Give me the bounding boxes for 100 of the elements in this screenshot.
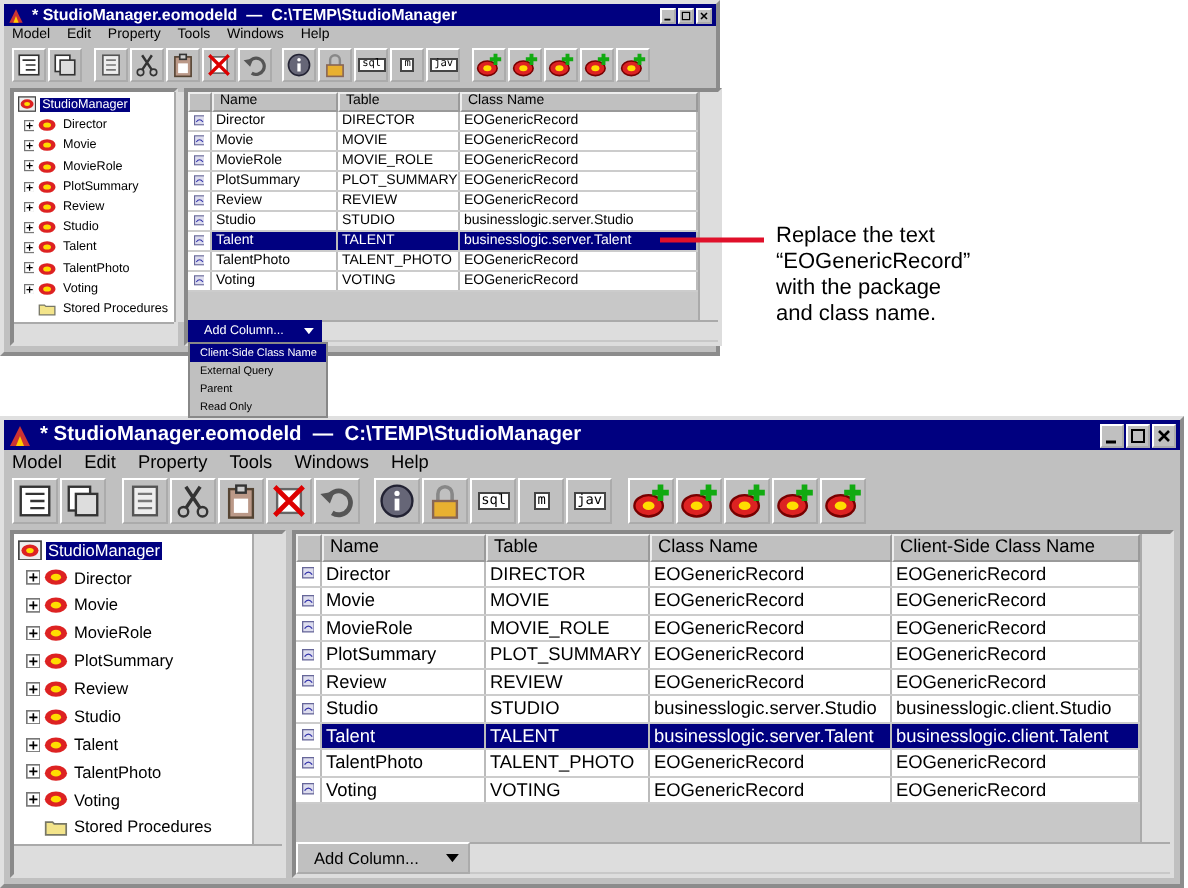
- expand-icon[interactable]: [25, 570, 41, 586]
- minimize-icon[interactable]: [660, 7, 676, 23]
- toolbar-button[interactable]: [12, 48, 46, 82]
- toolbar-button[interactable]: [507, 48, 542, 82]
- toolbar-button[interactable]: [48, 48, 82, 82]
- menu-item[interactable]: Tools: [229, 452, 273, 472]
- column-header[interactable]: Class Name: [650, 534, 892, 561]
- table-row[interactable]: Review REVIEW EOGenericRecord EOGenericRecord: [296, 669, 1140, 696]
- table-cell: EOGenericRecord: [650, 750, 892, 775]
- tree-item[interactable]: TalentPhoto: [71, 763, 164, 782]
- expand-icon[interactable]: [25, 653, 41, 669]
- expand-icon[interactable]: [23, 221, 35, 234]
- table-row[interactable]: Director DIRECTOR EOGenericRecord EOGenericRecord: [296, 561, 1140, 588]
- toolbar-button[interactable]: [12, 478, 58, 524]
- table-row[interactable]: MovieRole MOVIE_ROLE EOGenericRecord EOGenericRecord: [296, 615, 1140, 642]
- column-header[interactable]: Name: [322, 534, 486, 561]
- table-row[interactable]: Talent TALENT businesslogic.server.Talent businesslogic.client.Talent: [296, 723, 1140, 750]
- vertical-scrollbar[interactable]: [1140, 534, 1170, 842]
- vertical-scrollbar[interactable]: [698, 92, 718, 320]
- table-cell: Movie: [322, 588, 486, 613]
- expand-icon[interactable]: [25, 598, 41, 614]
- column-header[interactable]: Client-Side Class Name: [892, 534, 1140, 561]
- menu-item[interactable]: Edit: [84, 452, 116, 472]
- expand-icon[interactable]: [25, 681, 41, 697]
- toolbar-button[interactable]: [675, 478, 722, 524]
- maximize-icon[interactable]: [678, 7, 694, 23]
- toolbar-button[interactable]: [771, 478, 818, 524]
- tree-item[interactable]: Movie: [71, 596, 121, 615]
- tree-item[interactable]: PlotSummary: [71, 652, 176, 671]
- table-cell: EOGenericRecord: [650, 642, 892, 667]
- undo-icon: [241, 52, 268, 78]
- toolbar-button[interactable]: [217, 478, 264, 524]
- expand-icon[interactable]: [23, 262, 35, 274]
- entity-icon: [193, 174, 205, 188]
- toolbar-button[interactable]: [723, 478, 770, 524]
- folder-icon: [38, 302, 57, 317]
- table-row[interactable]: TalentPhoto TALENT_PHOTO EOGenericRecord EOGenericRecord: [296, 750, 1140, 777]
- table-cell: businesslogic.server.Talent: [650, 723, 892, 748]
- toolbar-button[interactable]: [627, 478, 674, 524]
- expand-icon[interactable]: [23, 140, 35, 152]
- tree-item[interactable]: Review: [71, 680, 131, 698]
- toolbar-button[interactable]: [543, 48, 578, 82]
- menu-item[interactable]: Help: [391, 452, 429, 472]
- expand-icon[interactable]: [23, 242, 35, 254]
- toolbar-button[interactable]: [121, 478, 168, 524]
- expand-icon[interactable]: [23, 181, 35, 193]
- expand-icon[interactable]: [23, 201, 35, 213]
- table-cell: STUDIO: [486, 696, 650, 721]
- menu-item[interactable]: Windows: [294, 452, 369, 472]
- tree-item[interactable]: Director: [71, 569, 134, 587]
- vertical-scrollbar[interactable]: [252, 534, 282, 844]
- toolbar-button[interactable]: [169, 478, 216, 524]
- expand-icon[interactable]: [23, 160, 35, 172]
- horizontal-scrollbar[interactable]: [14, 322, 174, 342]
- expand-icon[interactable]: [25, 626, 41, 641]
- menu-item[interactable]: Model: [12, 452, 63, 472]
- table-row[interactable]: Movie MOVIE EOGenericRecord EOGenericRecord: [296, 588, 1140, 615]
- menu-item[interactable]: Property: [137, 452, 208, 472]
- table-row[interactable]: Studio STUDIO businesslogic.server.Studio businesslogic.client.Studio: [296, 696, 1140, 723]
- horizontal-scrollbar[interactable]: [469, 842, 1170, 872]
- close-icon[interactable]: [696, 7, 712, 23]
- expand-icon[interactable]: [23, 283, 35, 295]
- entity-icon: [44, 652, 68, 671]
- column-header[interactable]: Table: [486, 534, 650, 561]
- tree-item[interactable]: StudioManager: [45, 541, 163, 560]
- tree-item[interactable]: Stored Procedures: [71, 818, 214, 837]
- toolbar-button[interactable]: [819, 478, 866, 524]
- expand-icon[interactable]: [25, 709, 41, 725]
- toolbar-button[interactable]: [237, 48, 272, 82]
- add-column-dropdown[interactable]: Add Column...: [296, 842, 470, 874]
- table-row[interactable]: PlotSummary PLOT_SUMMARY EOGenericRecord EOGenericRecord: [296, 642, 1140, 669]
- toolbar-button[interactable]: [282, 48, 317, 82]
- expand-icon[interactable]: [25, 764, 41, 780]
- toolbar-button[interactable]: [471, 48, 506, 82]
- table-row[interactable]: Voting VOTING EOGenericRecord EOGenericRecord: [296, 777, 1140, 804]
- toolbar-button[interactable]: [615, 48, 650, 82]
- minimize-icon[interactable]: [1100, 423, 1124, 447]
- close-icon[interactable]: [1152, 423, 1176, 447]
- window-title: * StudioManager.eomodeld — C:\TEMP\StudioManager: [32, 6, 459, 24]
- entity-icon: [193, 214, 205, 228]
- toolbar-button[interactable]: [165, 48, 200, 82]
- horizontal-scrollbar[interactable]: [14, 844, 282, 874]
- database-icon: [18, 96, 37, 114]
- expand-icon[interactable]: [25, 792, 41, 808]
- toolbar-button[interactable]: [313, 478, 360, 524]
- entity-icon: [301, 645, 315, 664]
- cross-icon: [205, 52, 232, 78]
- toolbar-button[interactable]: [129, 48, 164, 82]
- expand-icon[interactable]: [25, 737, 41, 752]
- table-cell: PlotSummary: [322, 642, 486, 667]
- expand-icon[interactable]: [23, 119, 35, 131]
- horizontal-scrollbar[interactable]: [322, 320, 718, 340]
- tree-item[interactable]: Talent: [71, 735, 121, 754]
- toolbar-button[interactable]: [93, 48, 128, 82]
- toolbar-button[interactable]: [60, 478, 106, 524]
- tree-item[interactable]: Voting: [71, 791, 122, 809]
- toolbar-button[interactable]: [374, 478, 421, 524]
- tree-item[interactable]: Studio: [71, 707, 123, 726]
- toolbar-button[interactable]: [579, 48, 614, 82]
- tree-item[interactable]: MovieRole: [71, 624, 155, 643]
